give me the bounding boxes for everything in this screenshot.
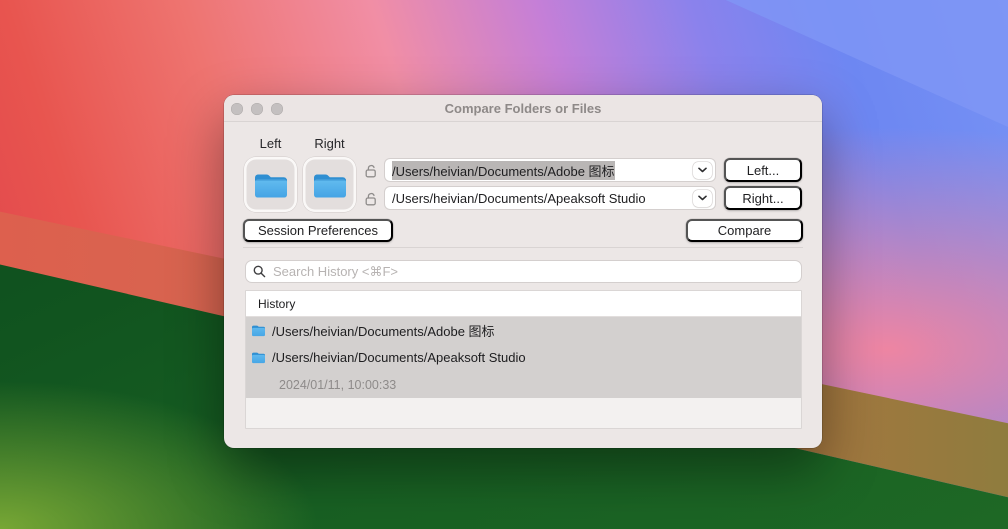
pane-label-right: Right <box>314 136 345 151</box>
folder-icon-small <box>252 325 265 337</box>
choose-left-button[interactable]: Left... <box>724 158 802 182</box>
left-folder-button[interactable] <box>244 157 297 212</box>
titlebar: Compare Folders or Files <box>224 95 822 122</box>
folder-icon <box>254 174 287 198</box>
right-lock-button[interactable] <box>363 191 379 207</box>
close-button[interactable] <box>231 102 243 115</box>
compare-button[interactable]: Compare <box>686 219 803 242</box>
history-column-header-label: History <box>258 296 296 311</box>
choose-right-button[interactable]: Right... <box>724 186 802 210</box>
chevron-down-icon <box>698 167 707 173</box>
right-path-combobox[interactable]: /Users/heivian/Documents/Apeaksoft Studi… <box>384 186 716 210</box>
left-path-value: /Users/heivian/Documents/Adobe 图标 <box>392 160 615 180</box>
minimize-button[interactable] <box>251 102 263 115</box>
folder-icon-small <box>252 352 265 364</box>
history-row-timestamp[interactable]: 2024/01/11, 10:00:33 <box>246 371 801 398</box>
zoom-button[interactable] <box>271 102 283 115</box>
window-title: Compare Folders or Files <box>444 101 602 116</box>
folder-icon <box>313 174 346 198</box>
search-icon <box>253 265 266 278</box>
pane-label-left: Left <box>259 136 282 151</box>
history-timestamp-text: 2024/01/11, 10:00:33 <box>279 377 397 392</box>
content-divider <box>243 247 803 248</box>
history-row-right-path[interactable]: /Users/heivian/Documents/Apeaksoft Studi… <box>246 344 801 371</box>
right-path-value: /Users/heivian/Documents/Apeaksoft Studi… <box>392 190 646 206</box>
chevron-down-icon <box>698 195 707 201</box>
right-path-dropdown-button[interactable] <box>693 189 712 207</box>
lock-open-icon <box>365 164 376 178</box>
history-left-path-text: /Users/heivian/Documents/Adobe 图标 <box>272 324 495 339</box>
history-row-left-path[interactable]: /Users/heivian/Documents/Adobe 图标 <box>246 317 801 344</box>
history-right-path-text: /Users/heivian/Documents/Apeaksoft Studi… <box>272 350 526 365</box>
session-preferences-button[interactable]: Session Preferences <box>243 219 393 242</box>
history-column-header: History <box>246 291 801 317</box>
left-path-combobox[interactable]: /Users/heivian/Documents/Adobe 图标 <box>384 158 716 182</box>
compare-dialog-window: Compare Folders or Files Left Right /Use… <box>224 95 822 448</box>
history-table: History /Users/heivian/Documents/Adobe 图… <box>245 290 802 429</box>
left-path-dropdown-button[interactable] <box>693 161 712 179</box>
search-input[interactable] <box>245 260 802 283</box>
search-history-field <box>245 260 802 283</box>
history-selected-entry[interactable]: /Users/heivian/Documents/Adobe 图标 /Users… <box>246 317 801 398</box>
lock-open-icon <box>365 192 376 206</box>
right-folder-button[interactable] <box>303 157 356 212</box>
left-lock-button[interactable] <box>363 163 379 179</box>
